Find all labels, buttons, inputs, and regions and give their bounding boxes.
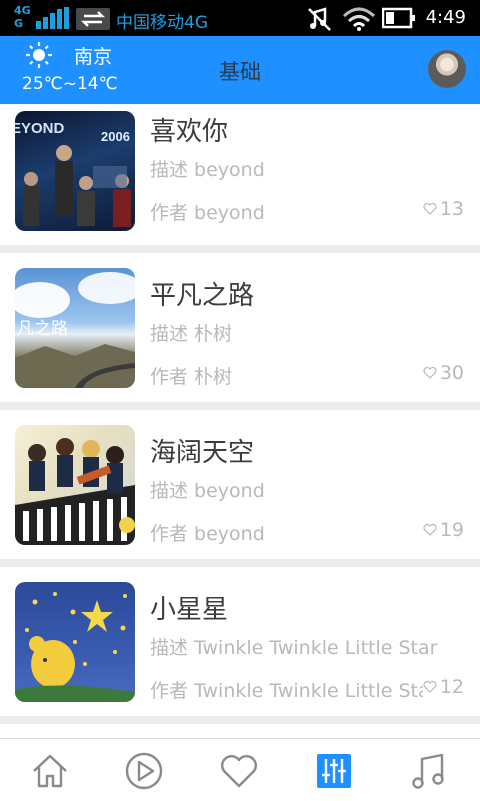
clock: 4:49 [425,7,466,28]
list-item[interactable]: EYOND 2006 喜欢你 描述 beyond 作者 beyond 13 [0,104,480,233]
song-title: 海阔天空 [150,438,255,468]
heart-icon [423,523,437,536]
avatar[interactable] [428,50,466,88]
signal-icon: 4G G [14,5,72,31]
list-item[interactable]: 小星星 描述 Twinkle Twinkle Little Star 作者 Tw… [0,567,480,711]
music-note-icon [412,753,444,789]
like-count: 12 [422,676,464,698]
divider [0,716,480,724]
like-count: 19 [422,519,464,541]
album-art: EYOND 2006 [15,111,135,231]
divider [0,559,480,567]
album-art: 凡之路 [15,268,135,388]
tab-play[interactable] [124,751,164,791]
divider [0,245,480,253]
page-title: 基础 [219,60,261,84]
battery-icon [382,7,415,29]
like-count: 30 [422,362,464,384]
song-author: 作者 beyond [150,523,265,545]
song-title: 小星星 [150,595,229,625]
heart-icon [423,680,437,693]
list-item[interactable]: 凡之路 平凡之路 描述 朴树 作者 朴树 30 [0,253,480,397]
heart-icon [221,755,257,788]
song-author: 作者 beyond [150,202,265,224]
song-description: 描述 朴树 [150,323,233,345]
song-title: 喜欢你 [150,117,229,147]
song-description: 描述 beyond [150,159,265,181]
song-author: 作者 朴树 [150,366,233,388]
network-type-sub-label: G [14,17,24,30]
tab-favorites[interactable] [219,751,259,791]
song-author: 作者 Twinkle Twinkle Little Star [150,680,432,702]
equalizer-icon [317,754,351,788]
album-art [15,425,135,545]
song-title: 平凡之路 [150,281,255,311]
list-item[interactable]: 海阔天空 描述 beyond 作者 beyond 19 [0,410,480,554]
divider [0,402,480,410]
like-count: 13 [422,198,464,220]
song-description: 描述 Twinkle Twinkle Little Star [150,637,438,659]
svg-text:EYOND: EYOND [15,120,65,137]
tab-home[interactable] [30,751,70,791]
svg-text:2006: 2006 [101,129,130,144]
heart-icon [423,366,437,379]
tab-equalizer[interactable] [314,751,354,791]
carrier-label: 中国移动4G [116,13,208,33]
song-description: 描述 beyond [150,480,265,502]
app-header: 南京 25℃~14℃ 基础 [0,36,480,104]
heart-icon [423,202,437,215]
album-art [15,582,135,702]
play-icon [125,752,163,790]
svg-text:凡之路: 凡之路 [17,319,68,339]
bottom-tab-bar [0,738,480,801]
mute-icon [308,7,331,31]
song-list[interactable]: EYOND 2006 喜欢你 描述 beyond 作者 beyond 13 凡之… [0,104,480,738]
tab-music[interactable] [409,751,449,791]
home-icon [33,754,67,788]
network-type-label: 4G [14,4,31,17]
status-bar: 4G G 中国移动4G 4:49 [0,0,480,36]
wifi-icon [342,7,376,31]
data-swap-icon [76,8,110,30]
